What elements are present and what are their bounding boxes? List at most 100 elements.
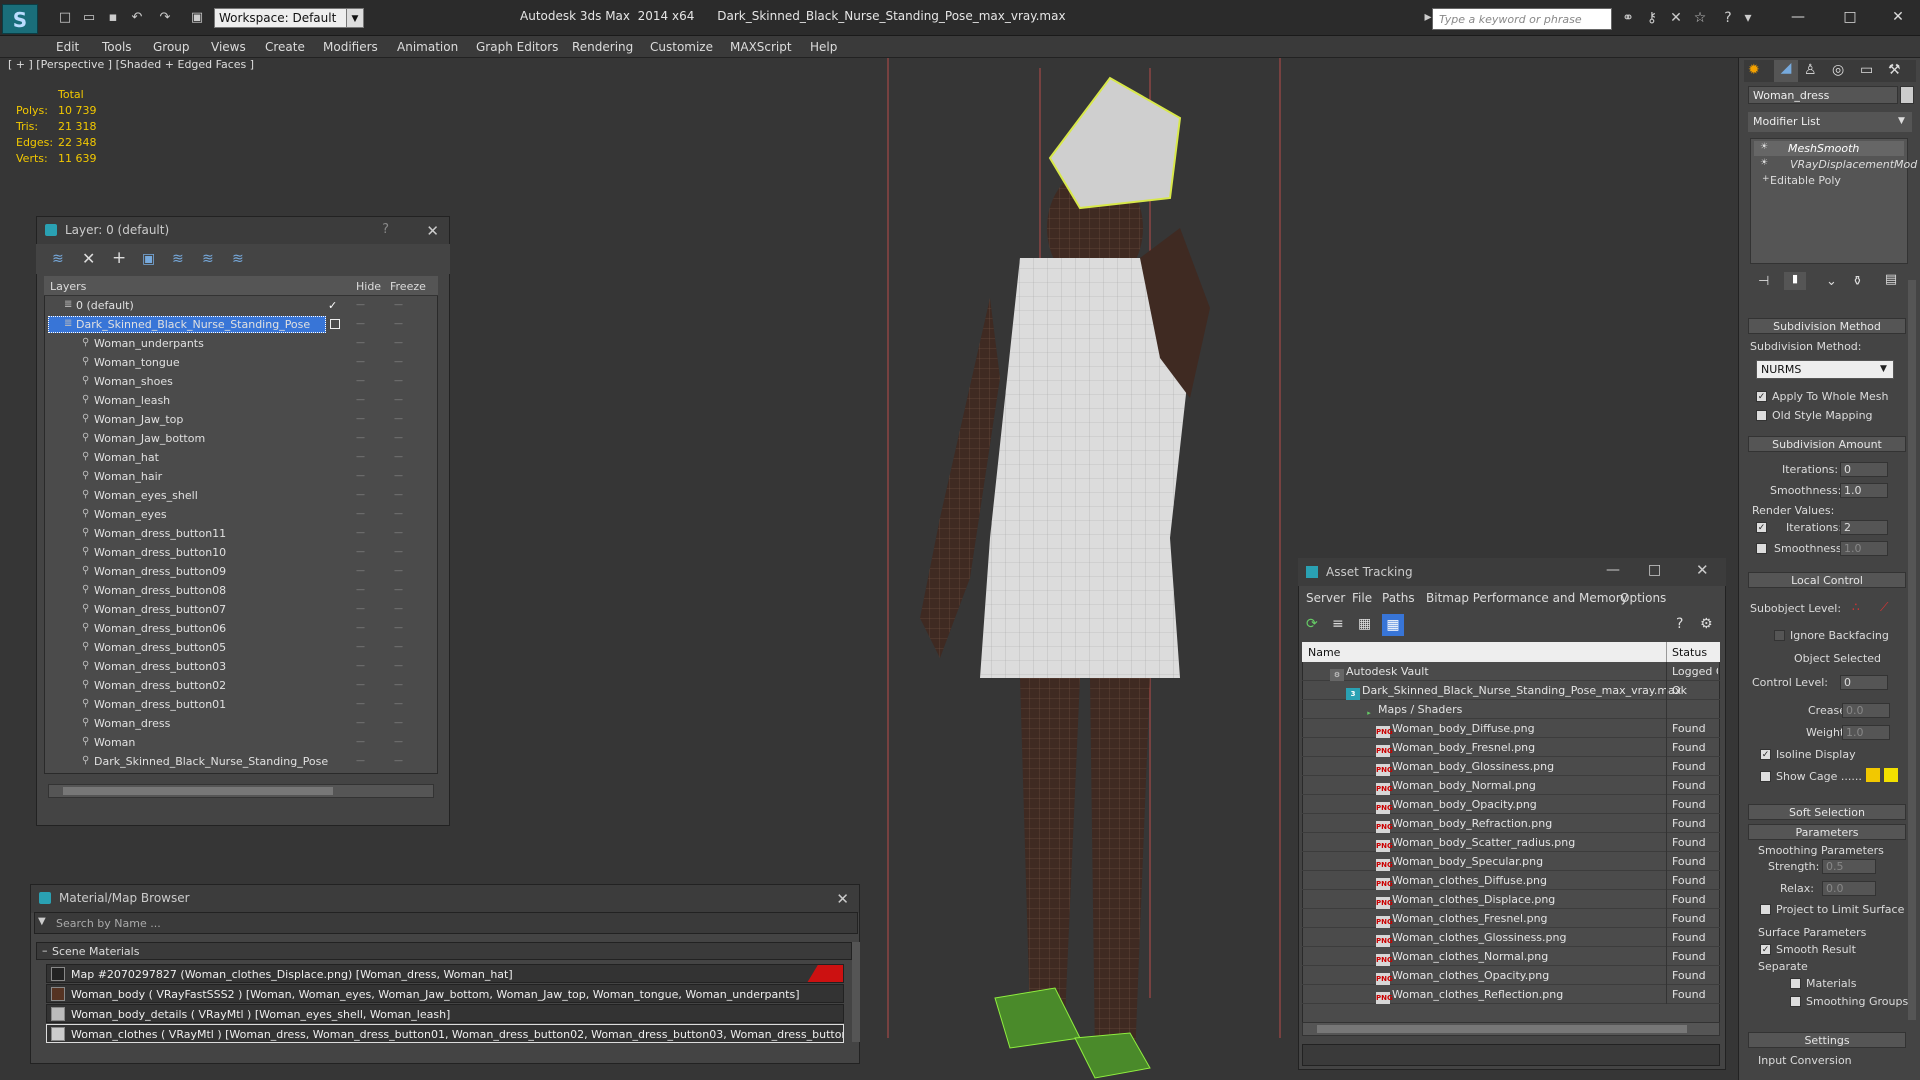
stack-item-meshsmooth[interactable]: MeshSmooth — [1788, 142, 1859, 155]
render-iterations-checkbox[interactable]: ✓ — [1756, 522, 1767, 533]
maximize-button[interactable]: □ — [1648, 562, 1661, 578]
hide-toggle[interactable]: — — [356, 334, 366, 353]
close-icon[interactable]: ✕ — [836, 890, 849, 908]
scrollbar-thumb[interactable] — [63, 787, 333, 795]
col-status[interactable]: Status — [1672, 646, 1707, 659]
freeze-toggle[interactable]: — — [394, 524, 404, 543]
freeze-toggle[interactable]: — — [394, 581, 404, 600]
key-icon[interactable]: ⚷ — [1642, 10, 1662, 28]
hide-toggle[interactable]: — — [356, 315, 366, 334]
asset-row[interactable]: PNGWoman_clothes_Normal.png Found — [1302, 947, 1720, 966]
asset-row[interactable]: PNGWoman_body_Diffuse.png Found — [1302, 719, 1720, 738]
asset-row[interactable]: PNGWoman_body_Glossiness.png Found — [1302, 757, 1720, 776]
add-to-layer-icon[interactable]: + — [112, 248, 126, 268]
asset-menu-paths[interactable]: Paths — [1382, 591, 1415, 605]
freeze-toggle[interactable]: — — [394, 505, 404, 524]
list-view-icon[interactable]: ≡ — [1332, 616, 1344, 632]
chevron-down-icon[interactable]: ▼ — [1880, 364, 1887, 374]
col-layers[interactable]: Layers — [50, 280, 86, 293]
freeze-toggle[interactable]: — — [394, 562, 404, 581]
close-button[interactable]: ✕ — [1880, 4, 1916, 30]
freeze-toggle[interactable]: — — [394, 296, 404, 315]
asset-menu-server[interactable]: Server — [1306, 591, 1345, 605]
project-folder-icon[interactable]: ▣ — [188, 9, 206, 27]
layer-row[interactable]: ⚲ Woman_dress_button07 — — — [44, 600, 434, 619]
hide-toggle[interactable]: — — [356, 467, 366, 486]
layer-row[interactable]: ≣ 0 (default) ✓ — — — [44, 296, 434, 315]
hide-toggle[interactable]: — — [356, 657, 366, 676]
command-panel-scrollbar[interactable] — [1908, 280, 1916, 1020]
lightbulb-icon[interactable]: ☀ — [1760, 142, 1768, 152]
freeze-toggle[interactable]: — — [394, 429, 404, 448]
help-icon[interactable]: ? — [382, 222, 389, 237]
modifier-list-dropdown[interactable]: Modifier List — [1748, 112, 1912, 132]
rollout-settings[interactable]: Settings — [1748, 1032, 1906, 1048]
make-unique-icon[interactable]: ⌄ — [1826, 274, 1837, 289]
configure-sets-icon[interactable]: ▤ — [1880, 272, 1902, 290]
hide-toggle[interactable]: — — [356, 714, 366, 733]
open-file-icon[interactable]: ▭ — [80, 9, 98, 27]
stack-item-vraydisplacement[interactable]: VRayDisplacementMod — [1790, 158, 1917, 171]
freeze-all-icon[interactable]: ≋ — [232, 251, 244, 267]
freeze-toggle[interactable]: — — [394, 467, 404, 486]
hide-all-icon[interactable]: ≋ — [202, 251, 214, 267]
modify-tab-icon[interactable]: ◢ — [1774, 60, 1798, 82]
freeze-toggle[interactable]: — — [394, 486, 404, 505]
asset-menu-bitmap[interactable]: Bitmap Performance and Memory — [1426, 591, 1628, 605]
menu-graph-editors[interactable]: Graph Editors — [476, 40, 558, 54]
col-freeze[interactable]: Freeze — [390, 280, 426, 293]
rollout-subdivision-amount[interactable]: Subdivision Amount — [1748, 436, 1906, 452]
project-limit-checkbox[interactable] — [1760, 904, 1771, 915]
menu-animation[interactable]: Animation — [397, 40, 458, 54]
smoothness-spinner[interactable]: 1.0 — [1840, 483, 1888, 498]
asset-row[interactable]: PNGWoman_body_Normal.png Found — [1302, 776, 1720, 795]
render-iterations-spinner[interactable]: 2 — [1840, 520, 1888, 535]
freeze-toggle[interactable]: — — [394, 391, 404, 410]
rollout-soft-selection[interactable]: Soft Selection — [1748, 804, 1906, 820]
refresh-icon[interactable]: ⟳ — [1306, 616, 1318, 632]
menu-group[interactable]: Group — [153, 40, 190, 54]
hide-toggle[interactable]: — — [356, 676, 366, 695]
lightbulb-icon[interactable]: ☀ — [1760, 158, 1768, 168]
vault-help-icon[interactable]: ? — [1676, 616, 1683, 632]
layer-panel-titlebar[interactable]: Layer: 0 (default) ? ✕ — [37, 217, 449, 245]
asset-row[interactable]: PNGWoman_body_Fresnel.png Found — [1302, 738, 1720, 757]
menu-customize[interactable]: Customize — [650, 40, 713, 54]
render-smoothness-spinner[interactable]: 1.0 — [1840, 541, 1888, 556]
motion-tab-icon[interactable]: ◎ — [1832, 62, 1844, 78]
freeze-toggle[interactable]: — — [394, 619, 404, 638]
redo-icon[interactable]: ↷ — [156, 9, 174, 27]
menu-create[interactable]: Create — [265, 40, 305, 54]
layer-row[interactable]: ⚲ Woman_dress_button11 — — — [44, 524, 434, 543]
asset-row[interactable]: ▸ Maps / Shaders — [1302, 700, 1720, 719]
close-icon[interactable]: ✕ — [426, 222, 439, 240]
scrollbar-thumb[interactable] — [1317, 1025, 1687, 1033]
scene-materials-header[interactable] — [36, 942, 852, 960]
asset-row[interactable]: PNGWoman_clothes_Diffuse.png Found — [1302, 871, 1720, 890]
object-color-swatch[interactable] — [1900, 86, 1914, 104]
favorites-star-icon[interactable]: ☆ — [1690, 10, 1710, 28]
minimize-button[interactable]: — — [1606, 562, 1620, 578]
layer-row[interactable]: ⚲ Woman_dress_button09 — — — [44, 562, 434, 581]
hide-toggle[interactable]: — — [356, 296, 366, 315]
collapse-icon[interactable]: – — [42, 944, 48, 957]
hierarchy-tab-icon[interactable]: ♙ — [1804, 62, 1817, 78]
show-cage-checkbox[interactable] — [1760, 771, 1771, 782]
crease-spinner[interactable]: 0.0 — [1842, 703, 1890, 718]
freeze-toggle[interactable]: — — [394, 676, 404, 695]
asset-row[interactable]: PNGWoman_clothes_Displace.png Found — [1302, 890, 1720, 909]
new-file-icon[interactable]: □ — [56, 9, 74, 27]
hide-toggle[interactable]: — — [356, 524, 366, 543]
subdivision-method-dropdown[interactable]: NURMS — [1756, 360, 1894, 379]
layer-row[interactable]: ⚲ Woman_dress_button02 — — — [44, 676, 434, 695]
menu-maxscript[interactable]: MAXScript — [730, 40, 792, 54]
control-level-spinner[interactable]: 0 — [1840, 675, 1888, 690]
menu-rendering[interactable]: Rendering — [572, 40, 633, 54]
material-vscrollbar[interactable] — [852, 942, 860, 1042]
layer-row[interactable]: ⚲ Woman_leash — — — [44, 391, 434, 410]
freeze-toggle[interactable]: — — [394, 372, 404, 391]
rollout-local-control[interactable]: Local Control — [1748, 572, 1906, 588]
freeze-toggle[interactable]: — — [394, 448, 404, 467]
hide-toggle[interactable]: — — [356, 619, 366, 638]
table-view-icon[interactable]: ▦ — [1382, 614, 1404, 636]
